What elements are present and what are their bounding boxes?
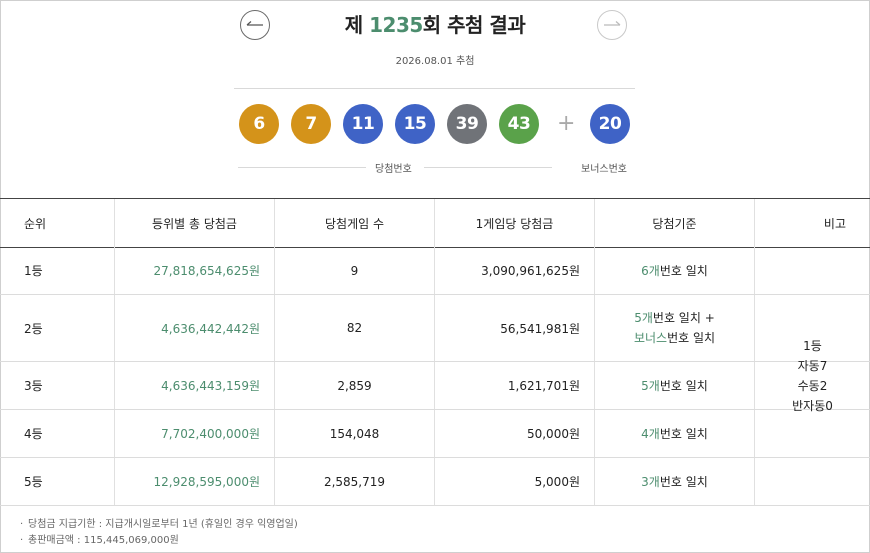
note-line: 1등 xyxy=(803,339,822,353)
winning-ball: 39 xyxy=(447,104,487,144)
per-game-prize-cell: 50,000원 xyxy=(435,410,595,457)
page-title: 제 1235회 추첨 결과 xyxy=(0,9,870,38)
col-header-total: 등위별 총 당첨금 xyxy=(115,199,275,247)
criteria-count: 3개 xyxy=(641,475,660,489)
criteria-text: 번호 일치 xyxy=(659,475,708,489)
criteria-cell: 3개번호 일치 xyxy=(595,458,755,505)
col-header-note: 비고 xyxy=(823,216,846,231)
winning-ball: 43 xyxy=(499,104,539,144)
criteria-count: 6개 xyxy=(641,264,660,278)
winning-ball: 15 xyxy=(395,104,435,144)
criteria-text: 번호 일치 xyxy=(659,264,708,278)
plus-sign: + xyxy=(557,111,576,136)
criteria-text: 번호 일치 xyxy=(659,379,708,393)
total-prize-cell: 27,818,654,625원 xyxy=(115,247,275,294)
divider xyxy=(424,167,552,168)
winning-ball: 7 xyxy=(291,104,331,144)
footer-line: · 당첨금 지급기한 : 지급개시일로부터 1년 (휴일인 경우 익영업일) xyxy=(20,519,298,530)
title-prefix: 제 xyxy=(344,13,370,37)
criteria-cell: 5개번호 일치 xyxy=(595,362,755,409)
rank-cell: 5등 xyxy=(0,458,115,505)
rank-cell: 3등 xyxy=(0,362,115,409)
per-game-prize-cell: 5,000원 xyxy=(435,458,595,505)
col-header-rank: 순위 xyxy=(0,199,115,247)
criteria-cell: 4개번호 일치 xyxy=(595,410,755,457)
criteria-text: 번호 일치 + xyxy=(652,311,715,325)
criteria-bonus: 보너스 xyxy=(633,331,668,345)
criteria-cell: 6개번호 일치 xyxy=(595,247,755,294)
criteria-count: 5개 xyxy=(634,311,653,325)
winner-count-cell: 82 xyxy=(275,295,435,361)
table-row: 3등 4,636,443,159원 2,859 1,621,701원 5개번호 … xyxy=(0,362,870,410)
footer-notes: · 당첨금 지급기한 : 지급개시일로부터 1년 (휴일인 경우 익영업일) · 총… xyxy=(20,517,298,549)
per-game-prize-cell: 3,090,961,625원 xyxy=(435,247,595,294)
table-header-row: 순위 등위별 총 당첨금 당첨게임 수 1게임당 당첨금 당첨기준 비고 xyxy=(0,198,870,248)
winning-numbers-label: 당첨번호 xyxy=(375,164,412,175)
criteria-text: 번호 일치 xyxy=(659,427,708,441)
note-line: 수동2 xyxy=(797,379,828,393)
table-row: 4등 7,702,400,000원 154,048 50,000원 4개번호 일… xyxy=(0,410,870,458)
divider xyxy=(238,167,366,168)
winner-count-cell: 9 xyxy=(275,247,435,294)
title-suffix: 회 추첨 결과 xyxy=(422,13,526,37)
draw-header: 제 1235회 추첨 결과 2026.08.01 추첨 6 7 11 15 39… xyxy=(0,0,870,198)
note-line: 반자동0 xyxy=(792,399,833,413)
criteria-count: 5개 xyxy=(641,379,660,393)
bonus-ball: 20 xyxy=(590,104,630,144)
col-header-count: 당첨게임 수 xyxy=(275,199,435,247)
footer-line: · 총판매금액 : 115,445,069,000원 xyxy=(20,535,179,546)
next-round-button[interactable] xyxy=(597,10,627,40)
table-row: 1등 27,818,654,625원 9 3,090,961,625원 6개번호… xyxy=(0,247,870,295)
table-row: 2등 4,636,442,442원 82 56,541,981원 5개번호 일치… xyxy=(0,295,870,362)
per-game-prize-cell: 1,621,701원 xyxy=(435,362,595,409)
criteria-cell: 5개번호 일치 + 보너스번호 일치 xyxy=(595,295,755,361)
per-game-prize-cell: 56,541,981원 xyxy=(435,295,595,361)
round-number: 1235 xyxy=(369,13,423,37)
payment-deadline-text: 당첨금 지급기한 : 지급개시일로부터 1년 (휴일인 경우 익영업일) xyxy=(28,519,298,530)
winner-count-cell: 2,585,719 xyxy=(275,458,435,505)
total-prize-cell: 12,928,595,000원 xyxy=(115,458,275,505)
total-prize-cell: 7,702,400,000원 xyxy=(115,410,275,457)
criteria-text: 번호 일치 xyxy=(667,331,716,345)
rank-cell: 2등 xyxy=(0,295,115,361)
rank-cell: 1등 xyxy=(0,247,115,294)
note-cell: 1등 자동7 수동2 반자동0 xyxy=(755,247,870,506)
criteria-count: 4개 xyxy=(641,427,660,441)
rank-cell: 4등 xyxy=(0,410,115,457)
divider xyxy=(234,88,635,89)
col-header-per-game: 1게임당 당첨금 xyxy=(435,199,595,247)
col-header-criteria: 당첨기준 xyxy=(595,199,755,247)
total-prize-cell: 4,636,443,159원 xyxy=(115,362,275,409)
arrow-right-icon xyxy=(604,21,621,26)
total-sales-text: 총판매금액 : 115,445,069,000원 xyxy=(28,535,179,546)
draw-date: 2026.08.01 추첨 xyxy=(395,56,475,67)
winning-ball: 11 xyxy=(343,104,383,144)
winning-ball: 6 xyxy=(239,104,279,144)
winner-count-cell: 2,859 xyxy=(275,362,435,409)
note-line: 자동7 xyxy=(797,359,828,373)
total-prize-cell: 4,636,442,442원 xyxy=(115,295,275,361)
table-row: 5등 12,928,595,000원 2,585,719 5,000원 3개번호… xyxy=(0,458,870,506)
winner-count-cell: 154,048 xyxy=(275,410,435,457)
bonus-number-label: 보너스번호 xyxy=(581,164,627,175)
